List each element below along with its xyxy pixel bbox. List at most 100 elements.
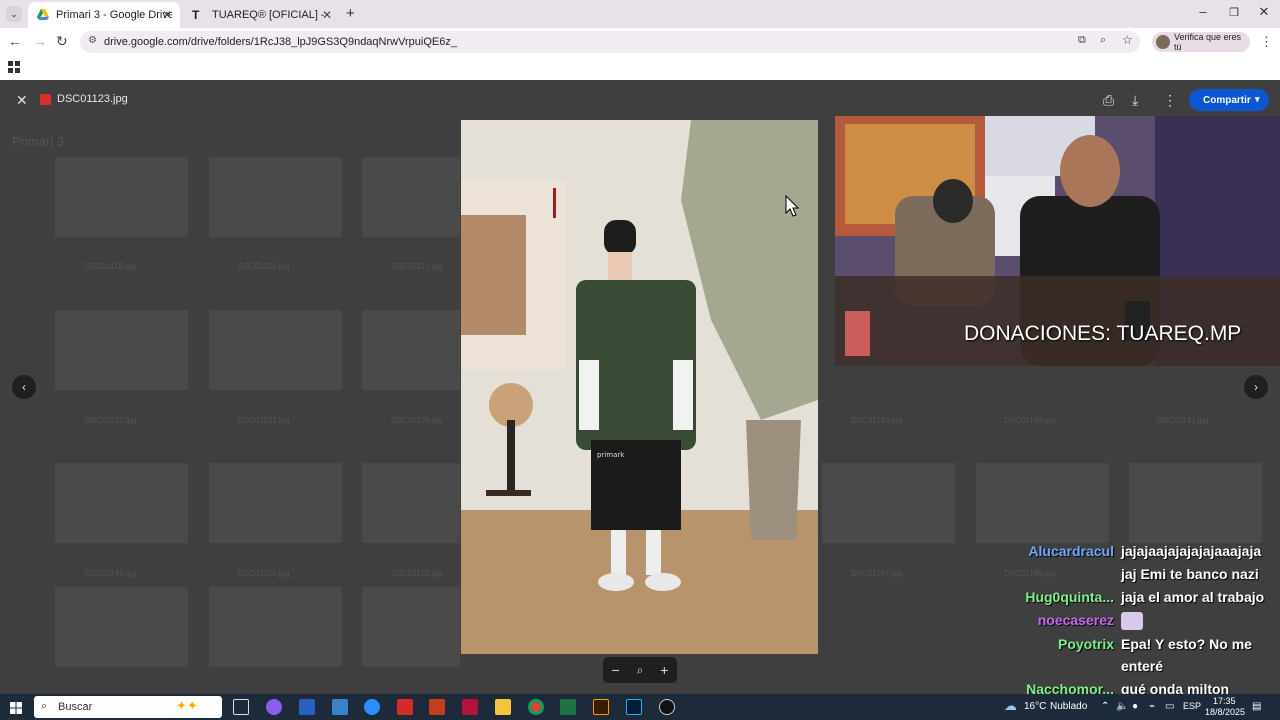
tab-tuareq[interactable]: T TUAREQ® [OFICIAL] – VER TOD ✕ [184, 2, 340, 28]
photoshop-icon[interactable] [626, 699, 642, 715]
background-thumbnail [1129, 463, 1262, 543]
more-options-icon[interactable]: ⋮ [1163, 92, 1177, 109]
notifications-icon[interactable]: ▤ [1252, 701, 1261, 712]
tab-drive[interactable]: Primari 3 - Google Drive ✕ [28, 2, 180, 28]
search-icon: ⌕ [41, 700, 48, 712]
background-file-label: DSC01135.jpg [391, 416, 443, 425]
chat-emote-icon [1121, 612, 1143, 630]
google-drive-icon [36, 8, 50, 22]
close-viewer-icon[interactable]: ✕ [16, 92, 28, 109]
keyboard-language[interactable]: ESP [1183, 701, 1201, 711]
chat-username: Poyotrix [1057, 636, 1114, 652]
background-thumbnail [209, 310, 342, 390]
clock-time[interactable]: 17:35 [1213, 696, 1236, 706]
background-thumbnail [55, 157, 188, 237]
windows-taskbar: ⌕ Buscar ✦✦ ☁ 16°C Nublado ⌃ 🔈 ● ⌁ ▭ ESP… [0, 694, 1280, 720]
browser-toolbar: ← → ↻ ⚙ drive.google.com/drive/folders/1… [0, 28, 1280, 56]
avatar [1156, 35, 1170, 49]
tab-search-chevron-icon[interactable]: ⌄ [6, 6, 22, 22]
taskbar-search-input[interactable]: ⌕ Buscar ✦✦ [34, 696, 222, 718]
back-icon[interactable]: ← [8, 33, 22, 49]
bookmarks-bar [0, 56, 1280, 80]
zoom-icon[interactable]: ⌕ [637, 663, 644, 678]
illustrator-icon[interactable] [593, 699, 609, 715]
bookmark-star-icon[interactable]: ☆ [1122, 33, 1133, 47]
background-file-label: DSC01146.jpg [1004, 416, 1056, 425]
background-thumbnail [209, 463, 342, 543]
excel-icon[interactable] [560, 699, 576, 715]
display-icon[interactable]: ▭ [1165, 701, 1174, 712]
restore-icon[interactable]: ❐ [1219, 6, 1249, 19]
profile-pill[interactable]: Verifica que eres tú [1152, 32, 1250, 52]
main-photo: primark [461, 120, 818, 654]
speaker-icon[interactable]: 🔈 [1116, 701, 1128, 712]
file-name: DSC01123.jpg [57, 93, 128, 105]
background-file-label: DSC01144.jpg [851, 416, 903, 425]
word-icon[interactable] [299, 699, 315, 715]
clock-date[interactable]: 18/8/2025 [1205, 707, 1245, 717]
reload-icon[interactable]: ↻ [56, 33, 68, 50]
mouse-cursor-icon [785, 195, 799, 217]
close-tab-icon[interactable]: ✕ [162, 8, 172, 22]
copilot-sparkle-icon[interactable]: ✦✦ [176, 698, 198, 714]
acrobat-reader-icon[interactable] [462, 699, 478, 715]
site-info-icon[interactable]: ⚙ [88, 35, 97, 46]
mic-icon[interactable]: ● [1132, 701, 1138, 712]
print-icon[interactable]: ⎙ [1103, 92, 1114, 109]
download-icon[interactable]: ⤓ [1132, 92, 1138, 109]
zoom-icon[interactable]: ⌕ [1100, 34, 1106, 47]
background-thumbnail [55, 463, 188, 543]
weather-temp: 16°C [1024, 701, 1047, 712]
install-app-icon[interactable]: ⧉ [1078, 34, 1086, 47]
tray-chevron-icon[interactable]: ⌃ [1101, 701, 1109, 712]
windows-start-icon[interactable] [10, 701, 22, 714]
background-thumbnail [976, 463, 1109, 543]
url-text: drive.google.com/drive/folders/1RcJ38_lp… [104, 36, 457, 48]
new-tab-icon[interactable]: + [346, 5, 355, 22]
chat-message: Epa! Y esto? No me [1121, 636, 1252, 652]
close-window-icon[interactable]: ✕ [1249, 4, 1279, 20]
share-label: Compartir [1203, 94, 1251, 106]
acrobat-icon[interactable] [397, 699, 413, 715]
background-file-label: DSC01150.jpg [238, 569, 290, 578]
zoom-app-icon[interactable] [364, 699, 380, 715]
background-thumbnail [362, 310, 460, 390]
profile-label: Verifica que eres tú [1174, 32, 1242, 52]
address-bar[interactable]: ⚙ drive.google.com/drive/folders/1RcJ38_… [80, 31, 1140, 53]
kebab-menu-icon[interactable]: ⋮ [1260, 34, 1273, 50]
chat-username: noecaserez [1037, 612, 1114, 628]
apps-grid-icon[interactable] [8, 60, 20, 73]
close-tab-icon[interactable]: ✕ [322, 8, 332, 22]
tab-title: Primari 3 - Google Drive [56, 9, 172, 21]
tab-title: TUAREQ® [OFICIAL] – VER TOD [212, 9, 324, 21]
photo-brand-text: primark [597, 451, 625, 459]
chat-username: Alucardracul [1028, 543, 1114, 559]
next-file-button[interactable]: › [1244, 375, 1268, 399]
chat-message: jaj Emi te banco nazi [1121, 566, 1259, 582]
copilot-icon[interactable] [266, 699, 282, 715]
forward-icon[interactable]: → [33, 33, 47, 49]
previous-file-button[interactable]: ‹ [12, 375, 36, 399]
background-file-label: DSC01133.jpg [238, 416, 290, 425]
task-view-icon[interactable] [233, 699, 249, 715]
background-thumbnail [55, 310, 188, 390]
obs-icon[interactable] [659, 699, 675, 715]
powerpoint-icon[interactable] [429, 699, 445, 715]
remote-desktop-icon[interactable] [332, 699, 348, 715]
minimize-icon[interactable]: – [1188, 4, 1218, 19]
zoom-out-icon[interactable]: − [611, 662, 619, 678]
background-file-label: DSC01120.jpg [238, 262, 290, 271]
background-thumbnail [209, 587, 342, 667]
background-file-label: DSC01187.jpg [851, 569, 903, 578]
zoom-in-icon[interactable]: + [660, 662, 668, 678]
file-explorer-icon[interactable] [495, 699, 511, 715]
tuareq-logo-icon: T [192, 8, 200, 22]
folder-title: Primari 3 [12, 134, 65, 149]
share-dropdown-icon[interactable]: ▾ [1255, 94, 1260, 105]
share-button[interactable]: Compartir ▾ [1189, 89, 1269, 111]
network-icon[interactable]: ⌁ [1149, 701, 1155, 712]
tab-strip: ⌄ Primari 3 - Google Drive ✕ T TUAREQ® [… [0, 0, 1280, 28]
background-file-label: DSC01141.jpg [1157, 416, 1209, 425]
chrome-icon[interactable] [528, 699, 544, 715]
weather-desc: Nublado [1050, 701, 1088, 712]
